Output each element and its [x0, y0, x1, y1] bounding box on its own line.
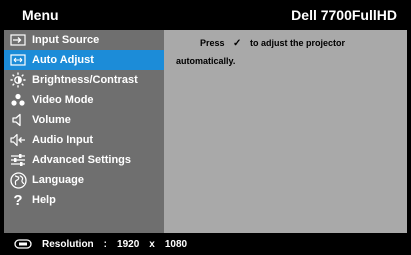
- sidebar-item-label: Language: [32, 174, 84, 186]
- resolution-separator: :: [103, 238, 108, 250]
- video-mode-icon: [9, 92, 27, 108]
- brightness-icon: [9, 72, 27, 88]
- sidebar-item-auto-adjust[interactable]: Auto Adjust: [4, 50, 164, 70]
- projector-osd: Menu Dell 7700FullHD Input Source Auto A…: [0, 0, 411, 255]
- sidebar-item-input-source[interactable]: Input Source: [4, 30, 164, 50]
- instruction-rest: to adjust the projector: [249, 38, 345, 48]
- menu-title: Menu: [22, 7, 59, 23]
- sidebar-item-video-mode[interactable]: Video Mode: [4, 90, 164, 110]
- sidebar-item-volume[interactable]: Volume: [4, 110, 164, 130]
- sidebar-item-label: Input Source: [32, 34, 100, 46]
- content-panel: Press ✓ to adjust the projector automati…: [164, 30, 407, 233]
- resolution-label: Resolution: [42, 238, 94, 250]
- menu-sidebar: Input Source Auto Adjust Brightness/Cont…: [4, 30, 164, 233]
- volume-icon: [9, 112, 27, 128]
- status-bar: Resolution : 1920 x 1080: [0, 233, 411, 255]
- advanced-settings-icon: [9, 152, 27, 168]
- sidebar-item-label: Volume: [32, 114, 71, 126]
- sidebar-item-label: Help: [32, 194, 56, 206]
- sidebar-item-brightness-contrast[interactable]: Brightness/Contrast: [4, 70, 164, 90]
- press-text: Press: [200, 38, 225, 48]
- sidebar-item-language[interactable]: Language: [4, 170, 164, 190]
- sidebar-item-label: Video Mode: [32, 94, 94, 106]
- resolution-x: x: [149, 238, 155, 250]
- sidebar-item-label: Advanced Settings: [32, 154, 132, 166]
- instruction-line-2: automatically.: [176, 56, 236, 66]
- sidebar-item-label: Audio Input: [32, 134, 94, 146]
- sidebar-item-help[interactable]: ? Help: [4, 190, 164, 210]
- resolution-width: 1920: [117, 238, 140, 250]
- resolution-height: 1080: [164, 238, 188, 250]
- sidebar-item-advanced-settings[interactable]: Advanced Settings: [4, 150, 164, 170]
- sidebar-item-audio-input[interactable]: Audio Input: [4, 130, 164, 150]
- help-icon: ?: [13, 191, 23, 209]
- input-source-icon: [9, 32, 27, 48]
- model-name: Dell 7700FullHD: [291, 7, 397, 23]
- sidebar-item-label: Brightness/Contrast: [32, 74, 138, 86]
- checkmark-icon: ✓: [233, 38, 242, 49]
- title-bar: Menu Dell 7700FullHD: [0, 0, 411, 30]
- auto-adjust-icon: [9, 52, 27, 68]
- sidebar-item-label: Auto Adjust: [32, 54, 94, 66]
- instruction-line-1: Press ✓ to adjust the projector: [200, 38, 351, 49]
- resolution-icon: [14, 239, 32, 249]
- language-icon: [9, 171, 27, 189]
- audio-input-icon: [9, 132, 27, 148]
